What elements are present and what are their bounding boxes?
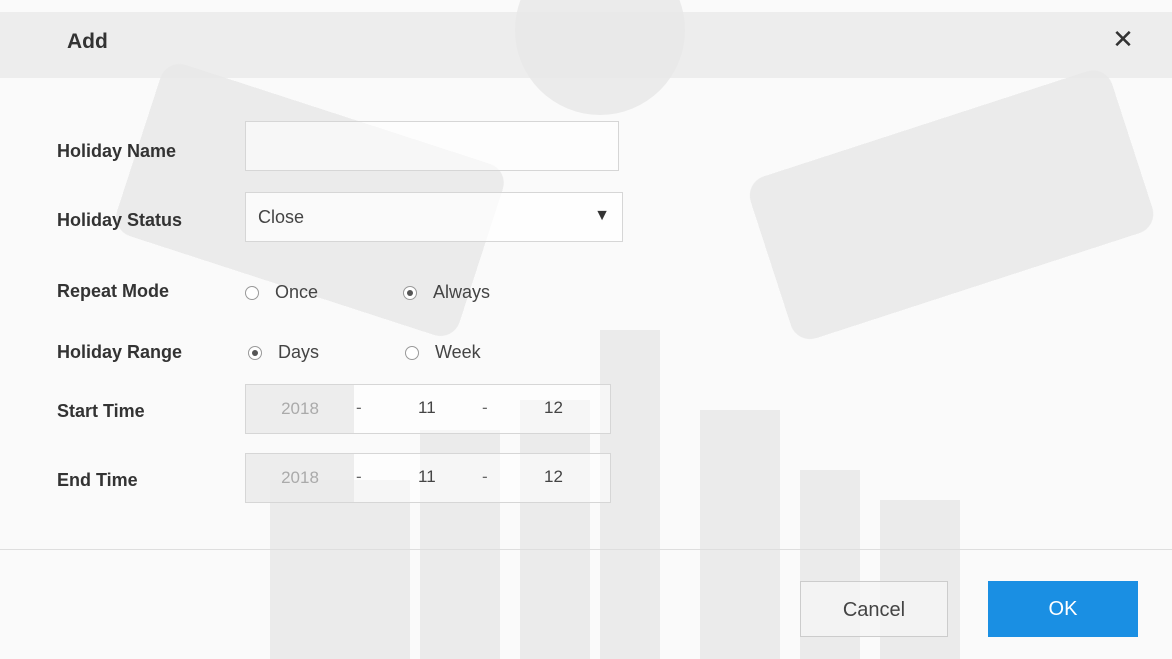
- holiday-range-label: Holiday Range: [57, 342, 183, 362]
- radio-always-icon[interactable]: [403, 285, 417, 300]
- holiday-range-days-label: Days: [278, 342, 320, 362]
- repeat-mode-once-option[interactable]: Once: [245, 282, 318, 303]
- dialog-titlebar: [0, 12, 1172, 78]
- repeat-mode-once-label: Once: [275, 282, 319, 302]
- date-separator: -: [482, 398, 488, 417]
- holiday-range-week-option[interactable]: Week: [405, 342, 481, 363]
- date-separator: -: [356, 467, 362, 486]
- radio-week-icon[interactable]: [405, 345, 419, 360]
- dialog-title: Add: [67, 30, 108, 53]
- start-time-picker[interactable]: 2018 - 11 - 12: [245, 384, 611, 434]
- start-time-label: Start Time: [57, 401, 145, 421]
- holiday-range-days-option[interactable]: Days: [248, 342, 319, 363]
- holiday-name-label: Holiday Name: [57, 141, 177, 161]
- repeat-mode-always-label: Always: [433, 282, 491, 302]
- end-day-field[interactable]: 12: [544, 467, 563, 487]
- date-separator: -: [482, 467, 488, 486]
- ok-button[interactable]: OK: [988, 581, 1138, 637]
- radio-once-icon[interactable]: [245, 285, 259, 300]
- end-year-field: 2018: [246, 454, 354, 502]
- repeat-mode-always-option[interactable]: Always: [403, 282, 490, 303]
- holiday-range-week-label: Week: [435, 342, 481, 362]
- holiday-name-input[interactable]: [245, 121, 619, 171]
- footer-divider: [0, 549, 1172, 550]
- start-year-field: 2018: [246, 385, 354, 433]
- holiday-status-label: Holiday Status: [57, 210, 183, 230]
- date-separator: -: [356, 398, 362, 417]
- cancel-button[interactable]: Cancel: [800, 581, 948, 637]
- holiday-status-value: Close: [258, 207, 305, 227]
- start-month-field[interactable]: 11: [418, 398, 436, 418]
- end-time-picker[interactable]: 2018 - 11 - 12: [245, 453, 611, 503]
- radio-days-icon[interactable]: [248, 345, 262, 360]
- add-holiday-dialog: Add ✕ Holiday Name Holiday Status Close …: [0, 0, 1172, 659]
- start-day-field[interactable]: 12: [544, 398, 563, 418]
- end-time-label: End Time: [57, 470, 138, 490]
- dropdown-arrow-icon: ▼: [594, 207, 610, 224]
- end-month-field[interactable]: 11: [418, 467, 436, 487]
- holiday-status-select[interactable]: Close ▼: [245, 192, 623, 242]
- repeat-mode-label: Repeat Mode: [57, 281, 170, 301]
- close-icon[interactable]: ✕: [1110, 26, 1136, 52]
